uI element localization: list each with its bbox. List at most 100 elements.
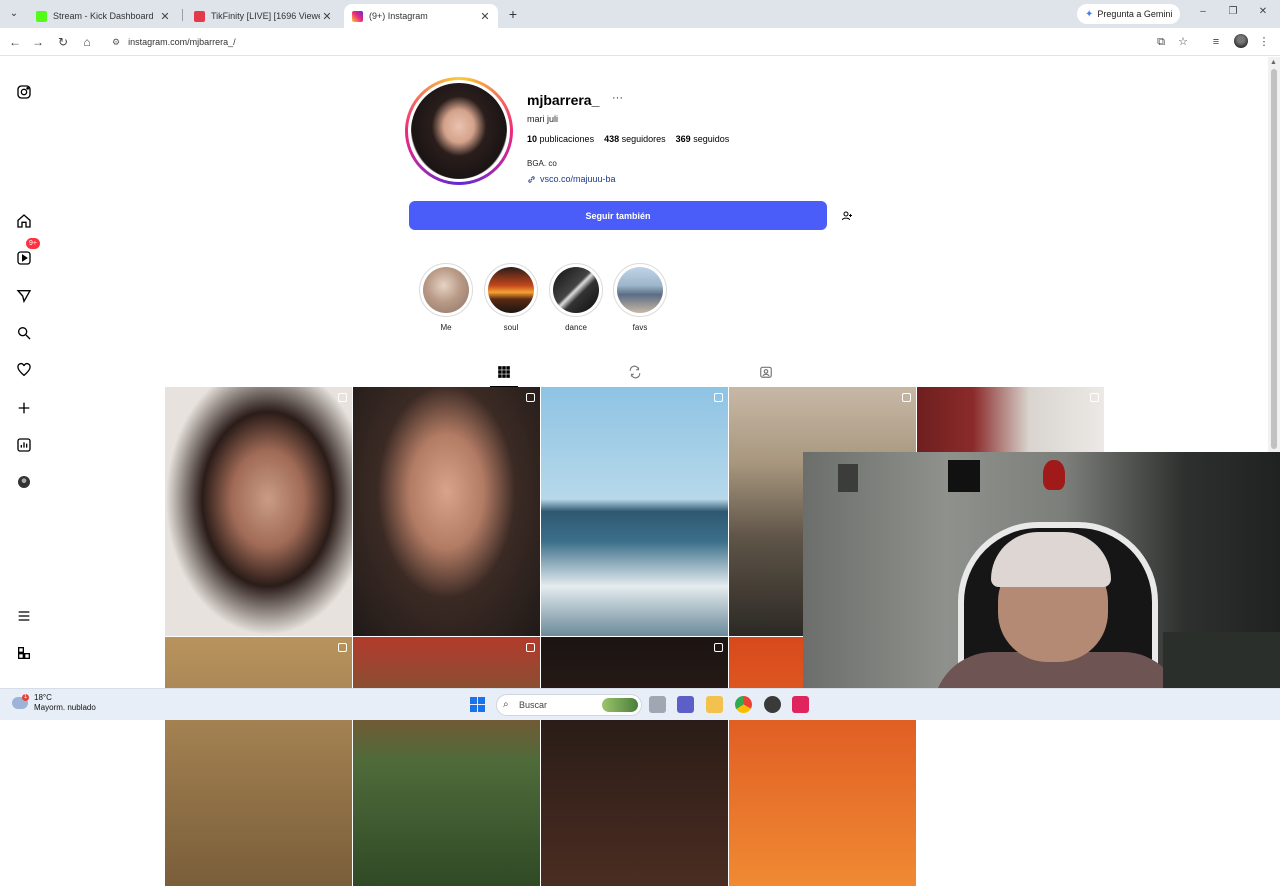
post-tile[interactable] [165, 637, 352, 886]
tab-tikfinity[interactable]: TikFinity [LIVE] [1696 Viewers] ✕ [186, 4, 340, 28]
scrollbar-thumb[interactable] [1271, 69, 1277, 449]
profile-full-name: mari juli [527, 114, 559, 124]
url-field[interactable]: ⚙ instagram.com/mjbarrera_/ [104, 32, 1194, 52]
following-stat[interactable]: 369 seguidos [676, 134, 730, 144]
new-tab-button[interactable]: + [505, 6, 521, 22]
highlight-dance[interactable]: dance [549, 263, 603, 332]
reading-list-icon[interactable]: ≡ [1208, 34, 1224, 50]
suggested-accounts-button[interactable] [833, 201, 861, 230]
obs-icon[interactable] [764, 696, 781, 713]
post-tile[interactable] [541, 387, 728, 636]
tiktok-live-icon[interactable] [792, 696, 809, 713]
gemini-sparkle-icon: ✦ [1085, 8, 1094, 20]
tikfinity-favicon-icon [194, 10, 205, 22]
weather-badge: 1 [22, 694, 29, 701]
carousel-icon [714, 643, 723, 652]
followers-stat[interactable]: 438 seguidores [604, 134, 666, 144]
post-tile[interactable] [541, 637, 728, 886]
address-bar-row: ← → ↻ ⌂ ⚙ instagram.com/mjbarrera_/ ⧉ ☆ … [0, 28, 1280, 56]
tab-label: TikFinity [LIVE] [1696 Viewers] [211, 11, 320, 21]
carousel-icon [338, 393, 347, 402]
profile-icon[interactable] [15, 473, 33, 491]
carousel-icon [1090, 393, 1099, 402]
home-icon[interactable]: ⌂ [79, 34, 95, 50]
browser-menu-icon[interactable]: ⋮ [1256, 34, 1272, 50]
instagram-logo-icon[interactable] [15, 83, 33, 101]
minimize-icon[interactable]: – [1196, 6, 1210, 17]
carousel-icon [526, 393, 535, 402]
tab-posts[interactable] [490, 364, 518, 387]
profile-content-tabs [165, 355, 1104, 387]
post-tile[interactable] [353, 387, 540, 636]
site-info-icon[interactable]: ⚙ [112, 37, 120, 48]
post-tile[interactable] [353, 637, 540, 886]
highlight-ring [484, 263, 538, 317]
task-view-icon[interactable] [649, 696, 666, 713]
tab-reposts[interactable] [627, 364, 643, 380]
cloud-icon: 1 [12, 694, 29, 709]
teams-icon[interactable] [677, 696, 694, 713]
heart-icon[interactable] [15, 361, 33, 379]
reels-icon[interactable] [15, 249, 33, 267]
home-icon[interactable] [15, 212, 33, 230]
highlight-label: favs [632, 323, 648, 332]
profile-external-link[interactable]: vsco.co/majuuu-ba [527, 174, 616, 184]
followers-count: 438 [604, 134, 620, 144]
taskbar-search-box[interactable]: ⌕ Buscar [496, 694, 642, 716]
highlight-cover [617, 267, 663, 313]
install-app-icon[interactable]: ⧉ [1153, 34, 1169, 50]
menu-icon[interactable] [15, 607, 33, 625]
profile-bio: BGA. co [527, 159, 557, 168]
tab-kick-dashboard[interactable]: Stream - Kick Dashboard ✕ [28, 4, 178, 28]
tagged-icon [760, 366, 772, 378]
profile-avatar[interactable] [405, 77, 513, 185]
close-tab-icon[interactable]: ✕ [320, 10, 334, 23]
weather-widget[interactable]: 1 18°C Mayorm. nublado [12, 693, 96, 713]
wall-mask-decoration [1043, 460, 1065, 490]
avatar-photo [411, 83, 507, 179]
close-tab-icon[interactable]: ✕ [478, 10, 492, 23]
posts-stat: 10 publicaciones [527, 134, 594, 144]
browser-tab-bar: ⌄ Stream - Kick Dashboard ✕ TikFinity [L… [0, 0, 1280, 28]
highlight-ring [549, 263, 603, 317]
browser-profile-avatar[interactable] [1234, 34, 1248, 48]
highlight-soul[interactable]: soul [484, 263, 538, 332]
highlight-favs[interactable]: favs [613, 263, 667, 332]
post-tile[interactable] [165, 387, 352, 636]
profile-stats: 10 publicaciones 438 seguidores 369 segu… [527, 134, 729, 144]
highlight-cover [423, 267, 469, 313]
search-icon[interactable] [15, 324, 33, 342]
file-explorer-icon[interactable] [706, 696, 723, 713]
following-label: seguidos [693, 134, 730, 144]
reload-icon[interactable]: ↻ [55, 34, 71, 50]
bookmark-star-icon[interactable]: ☆ [1175, 34, 1191, 50]
carousel-icon [338, 643, 347, 652]
weather-temperature: 18°C [34, 693, 52, 702]
more-icon[interactable] [15, 644, 33, 662]
messages-icon[interactable] [15, 287, 33, 305]
posts-label: publicaciones [539, 134, 595, 144]
forward-icon[interactable]: → [30, 34, 46, 50]
create-icon[interactable] [15, 399, 33, 417]
tab-tagged[interactable] [758, 364, 774, 380]
close-window-icon[interactable]: ✕ [1256, 6, 1270, 17]
ask-gemini-button[interactable]: ✦ Pregunta a Gemini [1077, 4, 1181, 24]
scroll-up-icon[interactable]: ▲ [1270, 59, 1277, 66]
highlight-me[interactable]: Me [419, 263, 473, 332]
windows-taskbar: 1 18°C Mayorm. nublado ⌕ Buscar [0, 688, 1280, 720]
tab-instagram[interactable]: (9+) Instagram ✕ [344, 4, 498, 28]
tab-label: Stream - Kick Dashboard [53, 11, 154, 21]
close-tab-icon[interactable]: ✕ [158, 10, 172, 23]
profile-options-icon[interactable]: ··· [612, 92, 623, 104]
posts-count: 10 [527, 134, 538, 144]
maximize-icon[interactable]: ❐ [1226, 6, 1240, 17]
follow-back-button[interactable]: Seguir también [409, 201, 827, 230]
dashboard-icon[interactable] [15, 436, 33, 454]
chrome-icon[interactable] [735, 696, 752, 713]
weather-condition: Mayorm. nublado [34, 703, 96, 712]
highlight-label: Me [440, 323, 452, 332]
search-icon: ⌕ [503, 699, 509, 710]
back-icon[interactable]: ← [7, 34, 23, 50]
tab-search-chevron-icon[interactable]: ⌄ [6, 6, 22, 22]
start-menu-icon[interactable] [470, 697, 485, 712]
